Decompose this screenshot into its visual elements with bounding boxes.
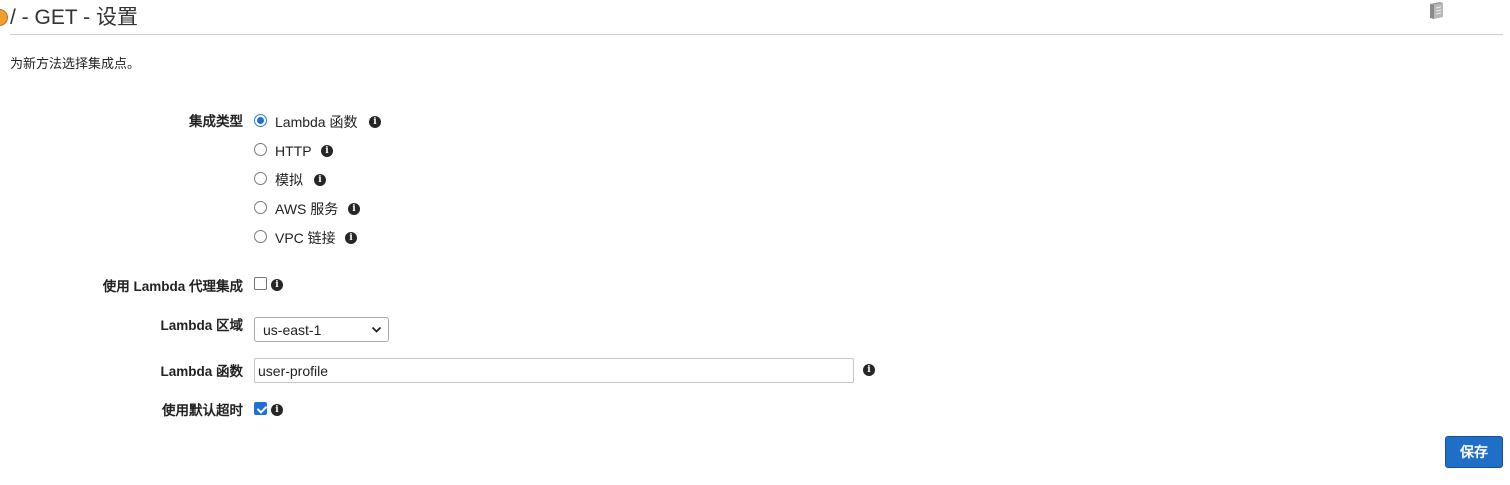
info-icon[interactable]: i	[348, 203, 360, 215]
default-timeout-label: 使用默认超时	[162, 403, 243, 418]
proxy-integration-label: 使用 Lambda 代理集成	[102, 279, 243, 294]
info-icon[interactable]: i	[271, 279, 283, 291]
lambda-region-value: us-east-1	[263, 322, 322, 338]
radio-aws-service[interactable]	[254, 201, 267, 214]
radio-lambda-function-label: Lambda 函数	[275, 114, 358, 130]
radio-lambda-function[interactable]	[254, 114, 267, 127]
page-title: / - GET - 设置	[10, 6, 138, 29]
info-icon[interactable]: i	[345, 232, 357, 244]
radio-vpc-link-label: VPC 链接	[275, 230, 336, 246]
lambda-region-label: Lambda 区域	[160, 318, 243, 333]
resource-status-icon	[0, 9, 8, 26]
info-icon[interactable]: i	[863, 364, 875, 376]
radio-vpc-link[interactable]	[254, 230, 267, 243]
chevron-down-icon	[371, 326, 382, 333]
lambda-function-label: Lambda 函数	[160, 364, 243, 379]
default-timeout-checkbox[interactable]	[254, 402, 267, 415]
info-icon[interactable]: i	[314, 174, 326, 186]
radio-http[interactable]	[254, 143, 267, 156]
page-description: 为新方法选择集成点。	[10, 56, 141, 71]
radio-mock-label: 模拟	[275, 172, 303, 188]
info-icon[interactable]: i	[369, 116, 381, 128]
lambda-function-input[interactable]	[254, 358, 854, 383]
proxy-integration-checkbox[interactable]	[254, 277, 267, 290]
book-icon[interactable]	[1425, 0, 1447, 22]
integration-type-label: 集成类型	[189, 114, 243, 129]
save-button[interactable]: 保存	[1445, 436, 1503, 468]
radio-mock[interactable]	[254, 172, 267, 185]
info-icon[interactable]: i	[321, 145, 333, 157]
header-divider	[10, 34, 1503, 35]
radio-aws-service-label: AWS 服务	[275, 201, 339, 217]
lambda-region-select[interactable]: us-east-1	[254, 317, 389, 342]
info-icon[interactable]: i	[271, 404, 283, 416]
radio-http-label: HTTP	[275, 143, 312, 159]
